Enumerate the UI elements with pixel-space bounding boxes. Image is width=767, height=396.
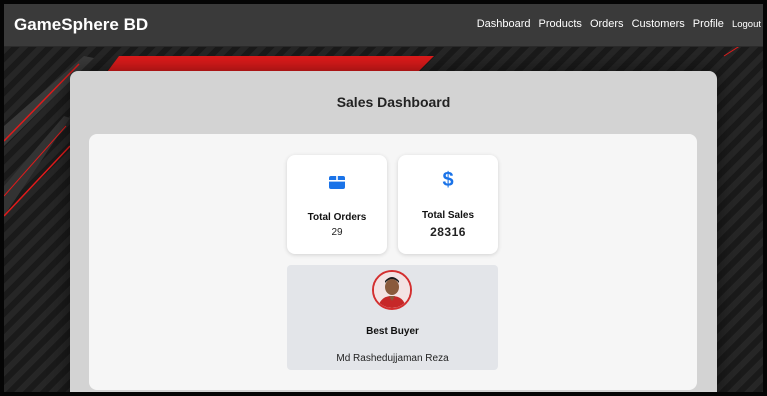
nav-link-dashboard[interactable]: Dashboard	[477, 18, 531, 30]
best-buyer-name: Md Rashedujjaman Reza	[336, 353, 449, 364]
page-title: Sales Dashboard	[336, 94, 451, 110]
nav-link-products[interactable]: Products	[539, 18, 582, 30]
stats-container: Total Orders 29 $ Total Sales 28316 Best…	[89, 134, 697, 390]
app-window: GameSphere BD Dashboard Products Orders …	[0, 0, 767, 396]
avatar	[372, 270, 412, 310]
top-navbar: GameSphere BD Dashboard Products Orders …	[4, 4, 763, 47]
total-sales-value: 28316	[430, 225, 466, 239]
nav-link-customers[interactable]: Customers	[632, 18, 685, 30]
dollar-icon: $	[442, 169, 454, 191]
total-sales-card: $ Total Sales 28316	[398, 155, 498, 254]
best-buyer-card: Best Buyer Md Rashedujjaman Reza	[287, 265, 498, 370]
best-buyer-label: Best Buyer	[366, 326, 419, 337]
total-orders-value: 29	[331, 227, 343, 238]
total-orders-label: Total Orders	[307, 212, 367, 223]
nav-link-logout[interactable]: Logout	[732, 19, 761, 30]
nav-link-orders[interactable]: Orders	[590, 18, 624, 30]
total-sales-label: Total Sales	[421, 210, 475, 221]
box-icon	[328, 173, 346, 191]
nav-links: Dashboard Products Orders Customers Prof…	[477, 18, 761, 30]
total-orders-card: Total Orders 29	[287, 155, 387, 254]
brand-logo[interactable]: GameSphere BD	[14, 15, 148, 35]
dashboard-panel: Sales Dashboard Total Orders 29 $ Total …	[70, 71, 717, 392]
nav-link-profile[interactable]: Profile	[693, 18, 724, 30]
